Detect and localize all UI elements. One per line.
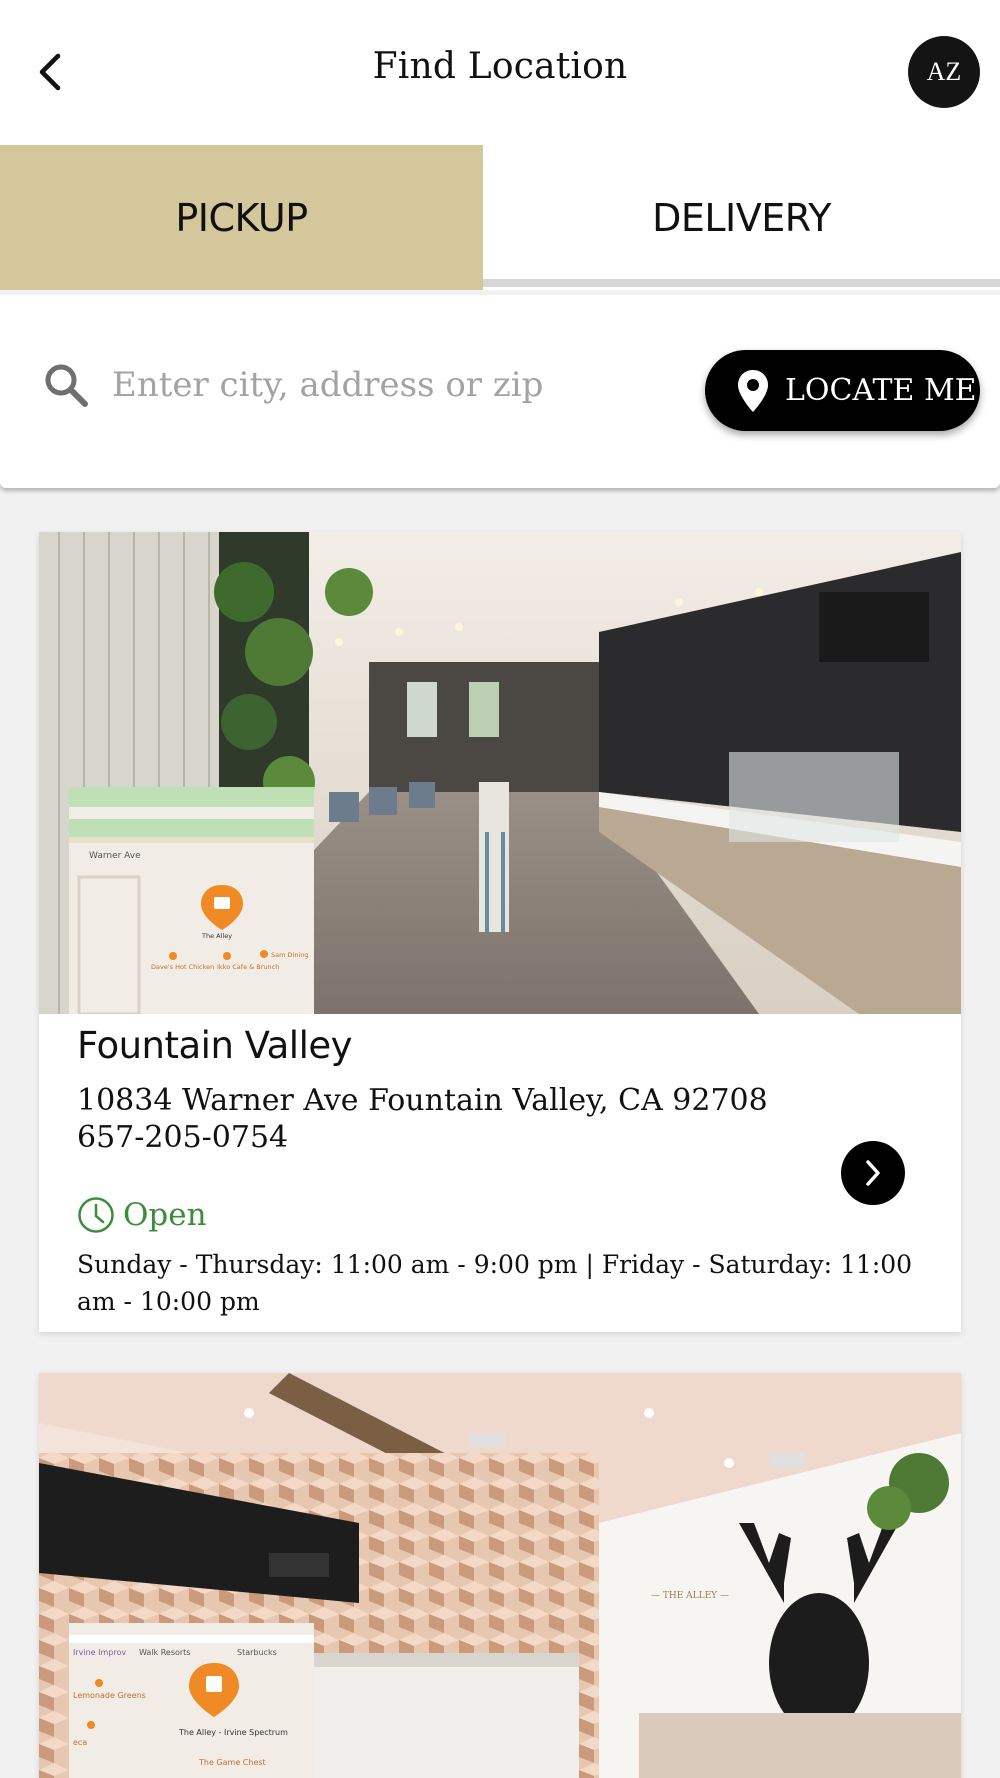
location-card[interactable]: — THE ALLEY — Irvine Improv Walk Resorts… [39,1373,961,1778]
map-poi-label: The Game Chest [198,1758,266,1767]
map-poi-label: Starbucks [237,1648,277,1657]
locate-me-label: LOCATE ME [785,373,977,408]
location-map-thumbnail: Warner Ave The Alley Dave's Hot Chicken … [69,787,314,1014]
map-poi-label: Irvine Improv [73,1648,126,1657]
store-interior-image: — THE ALLEY — Irvine Improv Walk Resorts… [39,1373,961,1778]
map-pin-label: The Alley [201,932,232,940]
svg-text:— THE ALLEY —: — THE ALLEY — [651,1591,729,1601]
map-poi-label: eca [73,1738,87,1747]
location-map-thumbnail: Irvine Improv Walk Resorts Starbucks Lem… [69,1623,314,1778]
clock-icon [78,1197,114,1233]
order-type-tabs: PICKUP DELIVERY [0,145,1000,290]
location-details-button[interactable] [841,1141,905,1205]
map-poi-label: Dave's Hot Chicken [151,963,214,971]
chevron-right-icon [866,1160,880,1186]
map-street-label: Warner Ave [89,851,141,861]
locate-me-button[interactable]: LOCATE ME [705,350,980,431]
map-poi-label: Ikko Cafe & Brunch [217,963,279,971]
page-title: Find Location [372,46,628,87]
location-card[interactable]: Warner Ave The Alley Dave's Hot Chicken … [39,532,961,1332]
search-bar: LOCATE ME [0,295,1000,488]
map-pin-label: The Alley - Irvine Spectrum [178,1728,288,1737]
map-poi-label: Walk Resorts [139,1648,190,1657]
location-address: 10834 Warner Ave Fountain Valley, CA 927… [77,1083,768,1118]
store-photo: — THE ALLEY — Irvine Improv Walk Resorts… [39,1373,961,1778]
open-status-label: Open [123,1197,207,1233]
store-photo: Warner Ave The Alley Dave's Hot Chicken … [39,532,961,1014]
app-header: Find Location AZ [0,0,1000,145]
location-name: Fountain Valley [77,1024,353,1067]
search-input[interactable] [112,355,672,415]
map-pin-icon [738,369,768,412]
search-icon [45,364,88,407]
location-phone[interactable]: 657-205-0754 [77,1120,288,1155]
tab-delivery[interactable]: DELIVERY [483,145,1000,290]
avatar[interactable]: AZ [908,36,980,108]
location-hours: Sunday - Thursday: 11:00 am - 9:00 pm | … [77,1250,913,1316]
map-poi-label: Lemonade Greens [73,1691,146,1700]
open-status: Open [77,1196,207,1234]
store-interior-image: Warner Ave The Alley Dave's Hot Chicken … [39,532,961,1014]
map-poi-label: Sam Dining [271,951,309,959]
tab-pickup[interactable]: PICKUP [0,145,483,290]
